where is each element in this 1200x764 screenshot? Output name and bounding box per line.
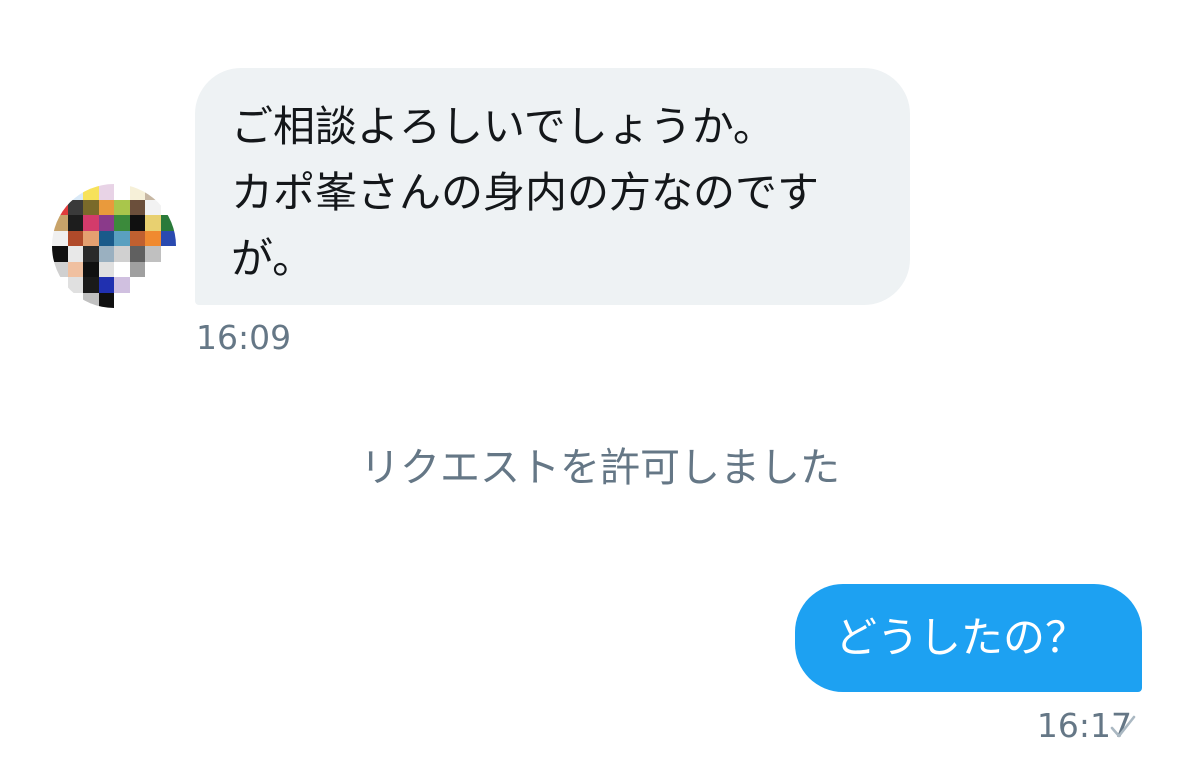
avatar[interactable] [52, 184, 176, 308]
incoming-message-line: ご相談よろしいでしょうか。 [231, 102, 775, 151]
incoming-message-timestamp: 16:09 [196, 318, 292, 357]
incoming-message-line: が。 [231, 234, 315, 283]
check-icon [1110, 715, 1136, 738]
incoming-message-line: カポ峯さんの身内の方なのです [231, 168, 820, 217]
outgoing-message-bubble[interactable]: どうしたの？ [795, 584, 1142, 692]
incoming-message-bubble[interactable]: ご相談よろしいでしょうか。 カポ峯さんの身内の方なのです が。 [195, 68, 910, 305]
request-accepted-notice: リクエストを許可しました [360, 445, 840, 491]
dm-conversation: ご相談よろしいでしょうか。 カポ峯さんの身内の方なのです が。 16:09 リク… [0, 0, 1200, 764]
outgoing-message-text: どうしたの？ [835, 613, 1088, 662]
